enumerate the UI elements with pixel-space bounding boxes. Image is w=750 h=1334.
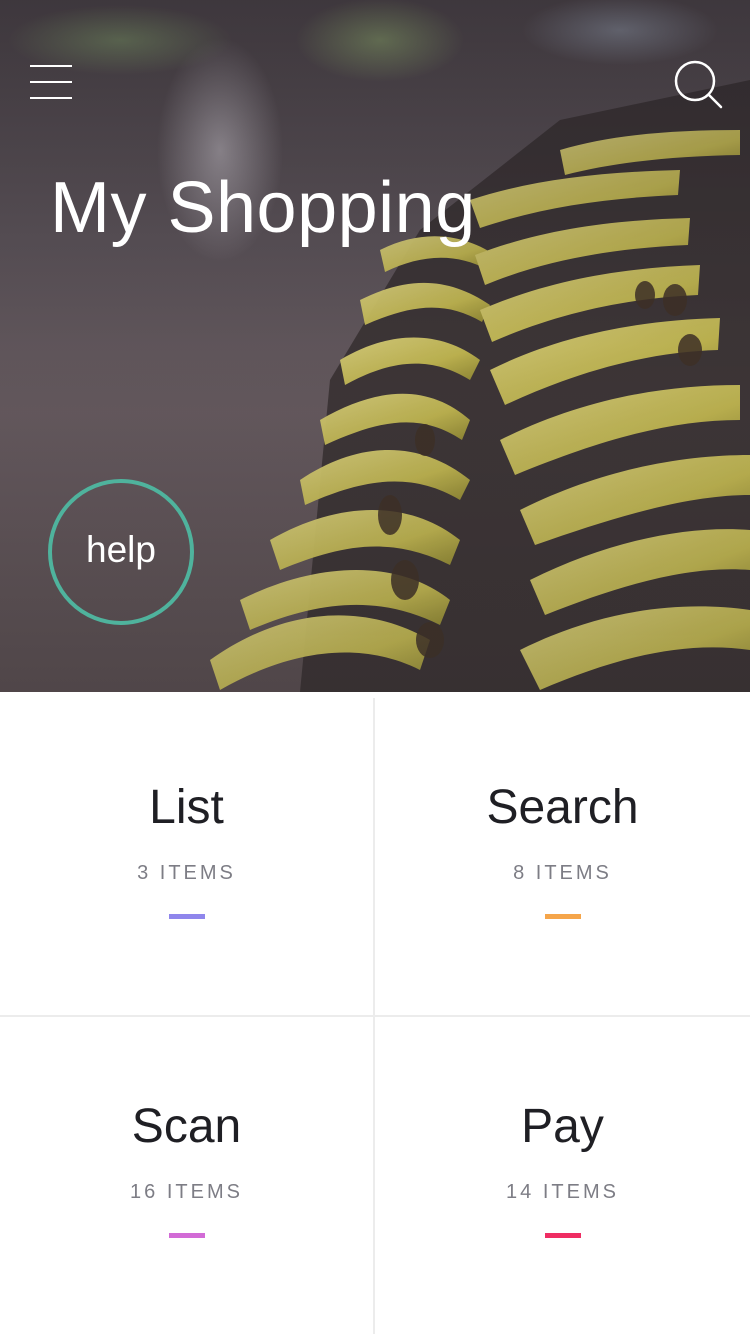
- tile-accent-bar: [168, 1233, 205, 1238]
- hamburger-menu-icon[interactable]: [30, 62, 72, 102]
- tile-title: Search: [486, 781, 639, 834]
- tile-item-count: 16 ITEMS: [130, 1181, 243, 1203]
- tile-title: List: [149, 781, 224, 834]
- list-tile[interactable]: List 3 ITEMS: [0, 698, 375, 1017]
- search-tile[interactable]: Search 8 ITEMS: [375, 698, 750, 1017]
- tile-item-count: 3 ITEMS: [137, 862, 236, 884]
- tile-accent-bar: [168, 914, 205, 919]
- tile-accent-bar: [544, 914, 581, 919]
- tile-title: Pay: [521, 1100, 604, 1153]
- tile-item-count: 8 ITEMS: [513, 862, 612, 884]
- tile-item-count: 14 ITEMS: [506, 1181, 619, 1203]
- page-title: My Shopping: [50, 168, 476, 248]
- help-button[interactable]: help: [48, 479, 194, 625]
- pay-tile[interactable]: Pay 14 ITEMS: [375, 1017, 750, 1334]
- tile-title: Scan: [131, 1100, 242, 1153]
- hero-banner: My Shopping help: [0, 0, 750, 692]
- tile-accent-bar: [544, 1233, 581, 1238]
- search-icon[interactable]: [674, 60, 724, 110]
- scan-tile[interactable]: Scan 16 ITEMS: [0, 1017, 375, 1334]
- shopping-menu-grid: List 3 ITEMS Search 8 ITEMS Scan 16 ITEM…: [0, 692, 750, 1334]
